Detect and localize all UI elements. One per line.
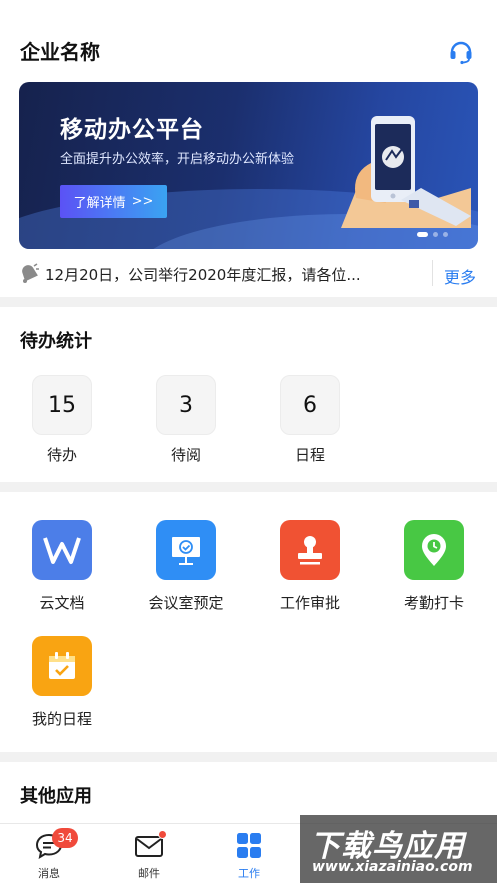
todo-section-title: 待办统计 [20, 331, 92, 352]
app-cloud-docs[interactable]: 云文档 [7, 520, 117, 613]
todo-stat-to-read[interactable]: 3 待阅 [156, 375, 216, 465]
page-title: 企业名称 [20, 40, 100, 64]
unread-badge: 34 [52, 828, 78, 848]
section-divider [0, 482, 497, 492]
notice-bar[interactable]: 12月20日，公司举行2020年度汇报，请各位... 更多 [0, 256, 497, 292]
double-chevron-icon: >> [131, 194, 154, 209]
meeting-board-icon [156, 520, 216, 580]
section-divider [0, 752, 497, 762]
notification-dot [158, 830, 167, 839]
calendar-check-icon [32, 636, 92, 696]
promo-banner[interactable]: 移动办公平台 全面提升办公效率，开启移动办公新体验 了解详情 >> [19, 82, 478, 249]
app-label: 考勤打卡 [403, 594, 464, 612]
section-divider [0, 297, 497, 307]
tab-label: 邮件 [138, 867, 160, 880]
notice-divider [432, 260, 433, 286]
app-my-schedule[interactable]: 我的日程 [7, 636, 117, 729]
stat-label: 待阅 [170, 446, 201, 464]
mail-icon [134, 830, 167, 860]
app-meeting-room[interactable]: 会议室预定 [131, 520, 241, 613]
app-label: 工作审批 [279, 594, 340, 612]
stamp-icon [280, 520, 340, 580]
tab-mail[interactable]: 邮件 [119, 830, 179, 881]
app-attendance[interactable]: 考勤打卡 [379, 520, 489, 613]
watermark: 下载鸟应用 www.xiazainiao.com [300, 815, 497, 883]
todo-stat-pending[interactable]: 15 待办 [32, 375, 92, 465]
tab-label: 消息 [38, 867, 60, 880]
stat-count: 6 [280, 375, 340, 435]
bell-icon [18, 262, 40, 284]
stat-label: 待办 [46, 446, 77, 464]
todo-stat-schedule[interactable]: 6 日程 [280, 375, 340, 465]
header: 企业名称 [0, 0, 497, 80]
other-apps-title: 其他应用 [20, 786, 92, 807]
app-label: 会议室预定 [148, 594, 224, 612]
stat-label: 日程 [294, 446, 325, 464]
carousel-dot[interactable] [417, 232, 428, 237]
learn-more-label: 了解详情 [73, 196, 126, 211]
app-label: 我的日程 [31, 710, 92, 728]
carousel-dot[interactable] [433, 232, 438, 237]
location-clock-icon [404, 520, 464, 580]
learn-more-button[interactable]: 了解详情 >> [60, 185, 167, 218]
notice-text[interactable]: 12月20日，公司举行2020年度汇报，请各位... [45, 264, 385, 285]
banner-title: 移动办公平台 [60, 117, 204, 143]
headset-icon[interactable] [447, 37, 475, 65]
stat-count: 15 [32, 375, 92, 435]
carousel-dots[interactable] [417, 232, 448, 237]
more-link[interactable]: 更多 [444, 264, 476, 288]
tab-work[interactable]: 工作 [219, 832, 279, 881]
stat-count: 3 [156, 375, 216, 435]
phone-hand-illustration [331, 108, 471, 228]
grid-apps-icon [234, 832, 264, 860]
watermark-url: www.xiazainiao.com [312, 859, 473, 875]
tab-label: 工作 [238, 867, 260, 880]
banner-subtitle: 全面提升办公效率，开启移动办公新体验 [60, 152, 295, 167]
app-work-approval[interactable]: 工作审批 [255, 520, 365, 613]
app-label: 云文档 [39, 594, 85, 612]
carousel-dot[interactable] [443, 232, 448, 237]
document-w-icon [32, 520, 92, 580]
